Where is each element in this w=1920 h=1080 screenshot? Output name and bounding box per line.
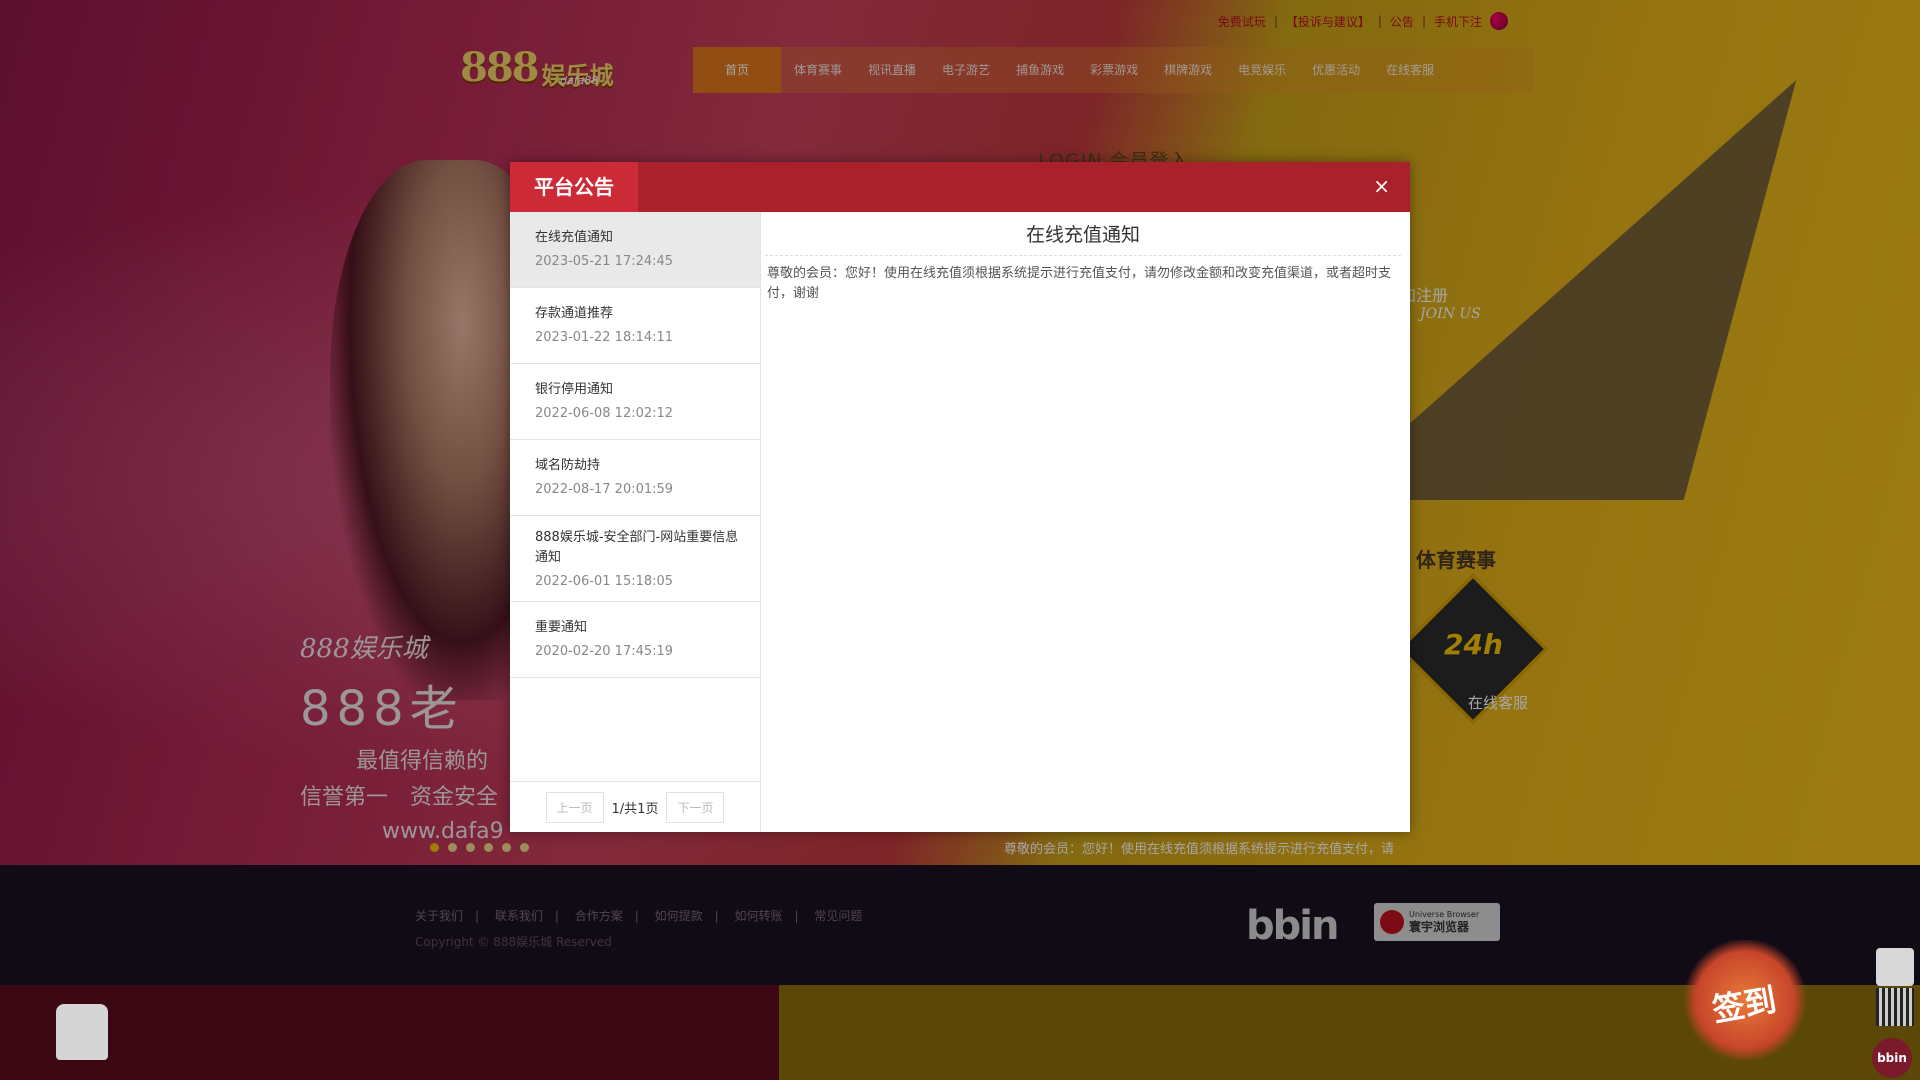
announcement-modal: 平台公告 × 在线充值通知 2023-05-21 17:24:45 存款通道推荐… <box>510 162 1410 832</box>
next-page-button[interactable]: 下一页 <box>666 791 725 823</box>
pagination: 上一页 1/共1页 下一页 <box>510 781 760 832</box>
close-icon[interactable]: × <box>1373 176 1390 196</box>
list-item[interactable]: 重要通知 2020-02-20 17:45:19 <box>510 602 760 678</box>
customer-service-avatar-icon[interactable] <box>1876 948 1914 986</box>
list-item-title: 存款通道推荐 <box>535 306 614 321</box>
sign-in-badge[interactable]: 签到 <box>1680 940 1810 1060</box>
announcement-body: 尊敬的会员：您好！使用在线充值须根据系统提示进行充值支付，请勿修改金额和改变充值… <box>767 266 1392 301</box>
sign-in-label: 签到 <box>1709 980 1780 1030</box>
list-item-date: 2023-01-22 18:14:11 <box>535 330 674 345</box>
modal-title: 平台公告 <box>510 162 638 212</box>
list-item[interactable]: 银行停用通知 2022-06-08 12:02:12 <box>510 364 760 440</box>
list-item-date: 2022-08-17 20:01:59 <box>535 482 674 497</box>
mail-icon[interactable] <box>56 1004 108 1060</box>
list-item[interactable]: 存款通道推荐 2023-01-22 18:14:11 <box>510 288 760 364</box>
bbin-float-button[interactable]: bbin <box>1872 1038 1912 1078</box>
announcement-content: 在线充值通知 尊敬的会员：您好！使用在线充值须根据系统提示进行充值支付，请勿修改… <box>765 212 1401 822</box>
page-info: 1/共1页 <box>611 801 659 817</box>
list-item-title: 重要通知 <box>535 620 588 635</box>
announcement-title: 在线充值通知 <box>765 220 1401 256</box>
list-item-title: 888娱乐城-安全部门-网站重要信息通知 <box>535 530 739 565</box>
list-item-date: 2020-02-20 17:45:19 <box>535 644 674 659</box>
modal-header: 平台公告 × <box>510 162 1410 212</box>
list-item-title: 域名防劫持 <box>535 458 601 473</box>
list-item[interactable]: 域名防劫持 2022-08-17 20:01:59 <box>510 440 760 516</box>
list-item-date: 2022-06-01 15:18:05 <box>535 574 674 589</box>
prev-page-button[interactable]: 上一页 <box>545 791 604 823</box>
list-item-date: 2023-05-21 17:24:45 <box>535 254 674 269</box>
list-item-date: 2022-06-08 12:02:12 <box>535 406 674 421</box>
qr-code-icon[interactable] <box>1876 988 1914 1026</box>
announcement-list: 在线充值通知 2023-05-21 17:24:45 存款通道推荐 2023-0… <box>510 212 761 832</box>
list-item[interactable]: 在线充值通知 2023-05-21 17:24:45 <box>510 212 760 288</box>
list-item-title: 银行停用通知 <box>535 382 614 397</box>
list-item[interactable]: 888娱乐城-安全部门-网站重要信息通知 2022-06-01 15:18:05 <box>510 516 760 602</box>
list-item-title: 在线充值通知 <box>535 230 614 245</box>
